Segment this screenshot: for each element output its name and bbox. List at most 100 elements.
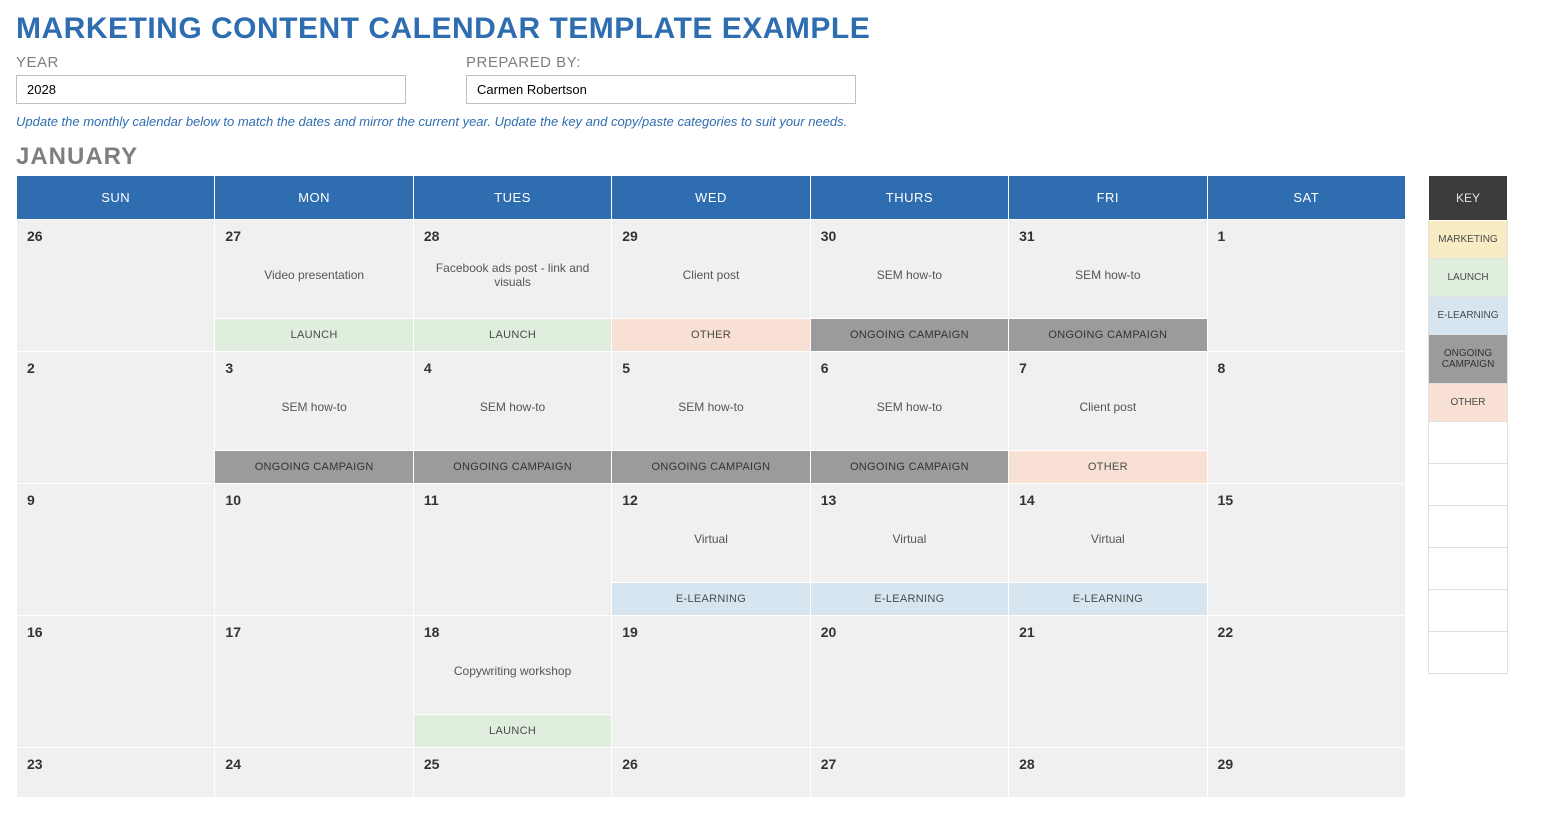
calendar-cell[interactable]: 26: [17, 220, 215, 352]
event-text: Video presentation: [215, 268, 412, 282]
prepared-by-label: PREPARED BY:: [466, 54, 856, 71]
day-number: 25: [414, 748, 611, 772]
day-number: 4: [414, 352, 611, 376]
calendar-cell[interactable]: 11: [413, 484, 611, 616]
day-number: 5: [612, 352, 809, 376]
day-number: 15: [1208, 484, 1405, 508]
calendar-cell[interactable]: 20: [810, 616, 1008, 748]
prepared-by-input[interactable]: [466, 75, 856, 104]
calendar-cell[interactable]: 29 Client post OTHER: [612, 220, 810, 352]
day-number: 29: [612, 220, 809, 244]
day-number: 31: [1009, 220, 1206, 244]
category-badge: LAUNCH: [215, 318, 412, 351]
day-number: 18: [414, 616, 611, 640]
calendar-cell[interactable]: 29: [1207, 748, 1405, 798]
day-number: 13: [811, 484, 1008, 508]
category-badge: ONGOING CAMPAIGN: [811, 318, 1008, 351]
calendar-cell[interactable]: 7Client postOTHER: [1009, 352, 1207, 484]
calendar-cell[interactable]: 4 SEM how-to ONGOING CAMPAIGN: [413, 352, 611, 484]
calendar-cell[interactable]: 18Copywriting workshopLAUNCH: [413, 616, 611, 748]
month-title: JANUARY: [16, 143, 1552, 171]
key-item: ONGOING CAMPAIGN: [1428, 335, 1508, 384]
calendar-cell[interactable]: 24: [215, 748, 413, 798]
day-number: 1: [1208, 220, 1405, 244]
calendar-cell[interactable]: 16: [17, 616, 215, 748]
day-number: 12: [612, 484, 809, 508]
meta-row: YEAR PREPARED BY:: [16, 54, 1552, 104]
day-number: 17: [215, 616, 412, 640]
calendar-cell[interactable]: 5 SEM how-to ONGOING CAMPAIGN: [612, 352, 810, 484]
event-text: SEM how-to: [811, 268, 1008, 282]
instructions-text: Update the monthly calendar below to mat…: [16, 114, 1552, 129]
category-badge: ONGOING CAMPAIGN: [612, 450, 809, 483]
calendar-cell[interactable]: 22: [1207, 616, 1405, 748]
calendar-cell[interactable]: 28Facebook ads post - link and visualsLA…: [413, 220, 611, 352]
calendar-cell[interactable]: 2: [17, 352, 215, 484]
event-text: Virtual: [811, 532, 1008, 546]
calendar-cell[interactable]: 27Video presentationLAUNCH: [215, 220, 413, 352]
year-input[interactable]: [16, 75, 406, 104]
calendar-cell[interactable]: 15: [1207, 484, 1405, 616]
key-empty-row: [1428, 464, 1508, 506]
calendar-cell[interactable]: 21: [1009, 616, 1207, 748]
calendar-cell[interactable]: 1: [1207, 220, 1405, 352]
category-badge: E-LEARNING: [1009, 582, 1206, 615]
calendar-cell[interactable]: 8: [1207, 352, 1405, 484]
calendar-cell[interactable]: 23: [17, 748, 215, 798]
event-text: Client post: [612, 268, 809, 282]
calendar-cell[interactable]: 10: [215, 484, 413, 616]
category-badge: OTHER: [612, 318, 809, 351]
calendar-table: SUNMONTUESWEDTHURSFRISAT 2627Video prese…: [16, 175, 1406, 798]
category-badge: ONGOING CAMPAIGN: [414, 450, 611, 483]
day-number: 27: [811, 748, 1008, 772]
event-text: Virtual: [612, 532, 809, 546]
day-number: 20: [811, 616, 1008, 640]
key-empty-row: [1428, 590, 1508, 632]
day-number: 28: [414, 220, 611, 244]
key-item: E-LEARNING: [1428, 297, 1508, 335]
event-text: SEM how-to: [612, 400, 809, 414]
calendar-cell[interactable]: 6SEM how-toONGOING CAMPAIGN: [810, 352, 1008, 484]
day-number: 8: [1208, 352, 1405, 376]
key-empty-row: [1428, 632, 1508, 674]
day-header: TUES: [413, 176, 611, 220]
event-text: Virtual: [1009, 532, 1206, 546]
event-text: SEM how-to: [215, 400, 412, 414]
day-number: 10: [215, 484, 412, 508]
day-number: 28: [1009, 748, 1206, 772]
category-badge: E-LEARNING: [811, 582, 1008, 615]
day-number: 9: [17, 484, 214, 508]
calendar-cell[interactable]: 12VirtualE-LEARNING: [612, 484, 810, 616]
day-header: SUN: [17, 176, 215, 220]
calendar-cell[interactable]: 19: [612, 616, 810, 748]
day-number: 23: [17, 748, 214, 772]
day-number: 26: [612, 748, 809, 772]
category-badge: ONGOING CAMPAIGN: [1009, 318, 1206, 351]
day-number: 30: [811, 220, 1008, 244]
key-item: OTHER: [1428, 384, 1508, 422]
event-text: Client post: [1009, 400, 1206, 414]
key-item: MARKETING: [1428, 221, 1508, 259]
day-number: 22: [1208, 616, 1405, 640]
key-empty-row: [1428, 548, 1508, 590]
calendar-cell[interactable]: 30 SEM how-to ONGOING CAMPAIGN: [810, 220, 1008, 352]
calendar-cell[interactable]: 13 Virtual E-LEARNING: [810, 484, 1008, 616]
calendar-cell[interactable]: 27: [810, 748, 1008, 798]
calendar-cell[interactable]: 25: [413, 748, 611, 798]
calendar-cell[interactable]: 3 SEM how-to ONGOING CAMPAIGN: [215, 352, 413, 484]
day-header: THURS: [810, 176, 1008, 220]
calendar-cell[interactable]: 28: [1009, 748, 1207, 798]
category-badge: OTHER: [1009, 450, 1206, 483]
day-number: 21: [1009, 616, 1206, 640]
day-number: 6: [811, 352, 1008, 376]
event-text: SEM how-to: [414, 400, 611, 414]
calendar-cell[interactable]: 14VirtualE-LEARNING: [1009, 484, 1207, 616]
event-text: Copywriting workshop: [414, 664, 611, 678]
calendar-cell[interactable]: 26: [612, 748, 810, 798]
day-number: 3: [215, 352, 412, 376]
category-badge: ONGOING CAMPAIGN: [215, 450, 412, 483]
day-header: SAT: [1207, 176, 1405, 220]
calendar-cell[interactable]: 9: [17, 484, 215, 616]
calendar-cell[interactable]: 17: [215, 616, 413, 748]
calendar-cell[interactable]: 31SEM how-toONGOING CAMPAIGN: [1009, 220, 1207, 352]
